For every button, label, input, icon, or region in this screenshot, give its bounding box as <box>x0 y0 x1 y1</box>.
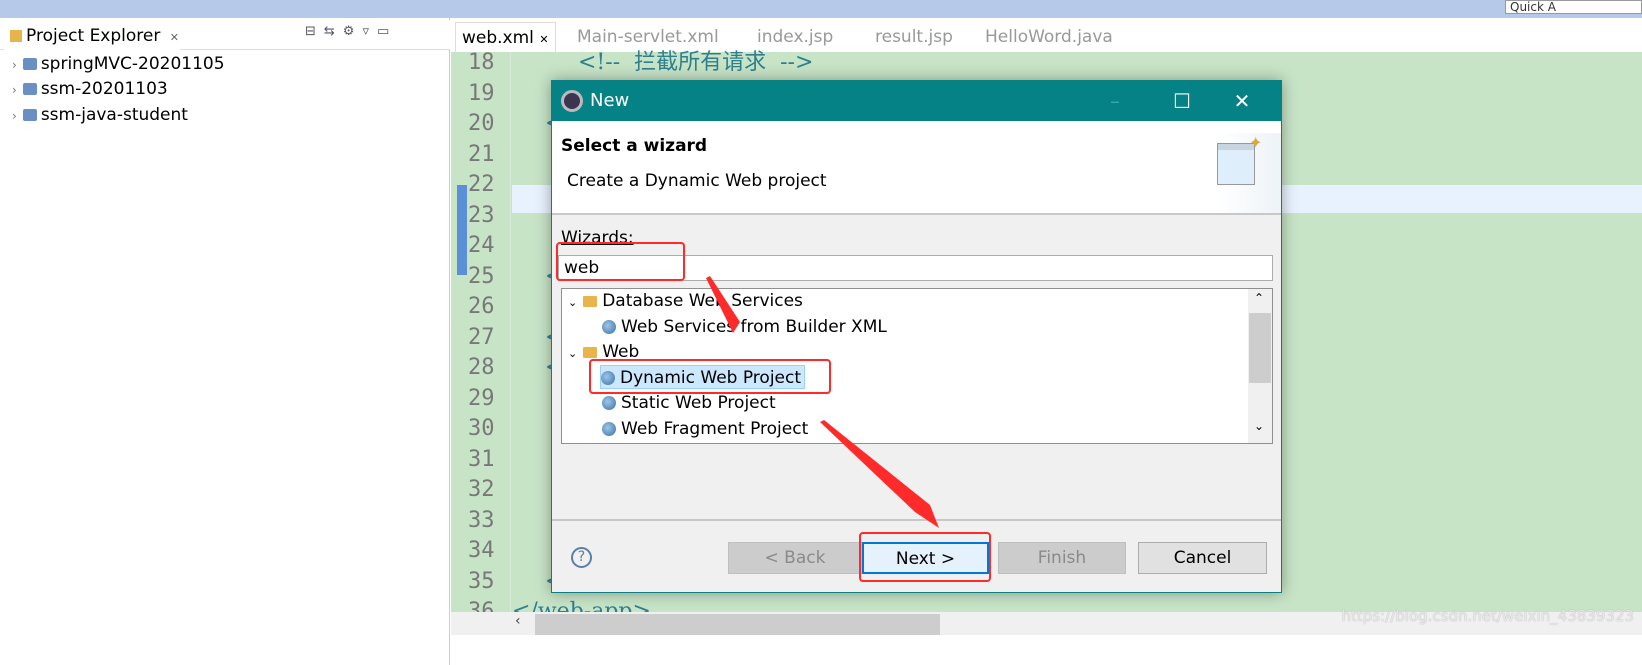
line-number: 24 <box>468 233 495 258</box>
tree-label: Dynamic Web Project <box>620 368 802 388</box>
wizard-header-title: Select a wizard <box>561 136 708 156</box>
line-number: 30 <box>468 416 495 441</box>
next-button[interactable]: Next > <box>862 542 989 574</box>
tab-helloword-java[interactable]: HelloWord.java <box>985 22 1113 52</box>
tree-item-web-fragment-project[interactable]: Web Fragment Project <box>602 417 808 441</box>
cancel-button[interactable]: Cancel <box>1138 542 1267 574</box>
chevron-right-icon[interactable]: › <box>12 58 17 72</box>
wizard-tree: ⌄ Database Web Services Web Services from… <box>561 288 1273 444</box>
view-toolbar-icons[interactable]: ⊟⇆⚙▿▭ <box>305 24 397 39</box>
project-item[interactable]: › ssm-java-student <box>12 103 188 127</box>
line-number: 32 <box>468 477 495 502</box>
project-icon <box>22 58 37 70</box>
wizard-header: Select a wizard Create a Dynamic Web pro… <box>552 121 1281 215</box>
line-number: 19 <box>468 80 495 106</box>
tree-item-static-web-project[interactable]: Static Web Project <box>602 391 776 415</box>
maximize-button[interactable]: ☐ <box>1159 81 1205 121</box>
line-number: 26 <box>468 294 495 319</box>
project-item[interactable]: › springMVC-20201105 <box>12 52 225 76</box>
close-icon[interactable]: ✕ <box>539 33 548 46</box>
dialog-title: New <box>590 90 630 111</box>
tree-label: Web <box>602 342 640 362</box>
scrollbar-thumb[interactable] <box>535 614 940 635</box>
change-ruler-marker <box>457 185 467 275</box>
chevron-left-icon[interactable]: ‹ <box>515 613 521 629</box>
tree-label: Database Web Services <box>602 291 803 311</box>
line-number: 28 <box>468 355 495 380</box>
quick-access-input[interactable]: Quick A <box>1505 0 1642 14</box>
line-number: 35 <box>468 568 495 594</box>
folder-icon <box>10 30 22 42</box>
project-label: ssm-20201103 <box>40 79 168 99</box>
eclipse-logo-icon <box>561 90 583 112</box>
line-number: 27 <box>468 324 495 350</box>
web-service-icon <box>602 320 616 334</box>
line-number: 18 <box>468 50 495 75</box>
tab-label: Project Explorer <box>26 26 161 46</box>
tree-label: Web Services from Builder XML <box>621 317 887 337</box>
web-fragment-icon <box>602 422 616 436</box>
folder-icon <box>583 347 598 358</box>
editor-tabbar: web.xml ✕ Main-servlet.xml index.jsp res… <box>451 18 1642 52</box>
tree-label: Static Web Project <box>621 393 776 413</box>
line-number: 33 <box>468 507 495 533</box>
project-item[interactable]: › ssm-20201103 <box>12 77 168 101</box>
scrollbar-thumb[interactable] <box>1249 313 1271 383</box>
wizard-header-description: Create a Dynamic Web project <box>567 171 827 191</box>
wizard-banner-icon: ✦ <box>1217 133 1281 213</box>
close-icon[interactable]: ✕ <box>170 31 179 44</box>
chevron-right-icon[interactable]: › <box>12 109 17 123</box>
folder-icon <box>583 296 598 307</box>
line-number: 29 <box>468 385 495 411</box>
back-button[interactable]: < Back <box>728 542 862 574</box>
code-line: <!-- 拦截所有请求 --> <box>578 50 814 75</box>
project-icon <box>22 109 37 121</box>
minimize-button[interactable]: – <box>1092 81 1138 121</box>
new-wizard-dialog: New – ☐ ✕ Select a wizard Create a Dynam… <box>551 80 1282 593</box>
chevron-down-icon[interactable]: ⌄ <box>1254 419 1264 433</box>
project-label: springMVC-20201105 <box>40 54 225 74</box>
chevron-down-icon[interactable]: ⌄ <box>568 296 577 309</box>
chevron-up-icon[interactable]: ⌃ <box>1254 291 1264 305</box>
tree-label: Web Fragment Project <box>621 419 809 439</box>
line-number: 23 <box>468 202 495 228</box>
line-number: 22 <box>468 172 495 197</box>
chevron-right-icon[interactable]: › <box>12 83 17 97</box>
tree-item-web-services-builder-xml[interactable]: Web Services from Builder XML <box>602 315 887 339</box>
help-icon[interactable]: ? <box>571 547 592 568</box>
project-label: ssm-java-student <box>40 105 188 125</box>
tab-label: web.xml <box>462 28 534 48</box>
line-number: 25 <box>468 263 495 289</box>
close-button[interactable]: ✕ <box>1219 81 1265 121</box>
tree-folder-database-web-services[interactable]: ⌄ Database Web Services <box>568 289 803 313</box>
watermark: https://blog.csdn.net/weixin_43839323 <box>1341 607 1634 625</box>
finish-button[interactable]: Finish <box>998 542 1126 574</box>
tree-folder-web[interactable]: ⌄ Web <box>568 340 639 364</box>
chevron-down-icon[interactable]: ⌄ <box>568 347 577 360</box>
line-number: 21 <box>468 141 495 167</box>
line-number: 34 <box>468 538 495 563</box>
line-number: 20 <box>468 111 495 136</box>
wizards-label: Wizards: <box>561 228 634 248</box>
static-web-project-icon <box>602 396 616 410</box>
tree-item-dynamic-web-project[interactable]: Dynamic Web Project <box>600 365 806 389</box>
tab-result-jsp[interactable]: result.jsp <box>875 22 953 52</box>
line-number: 31 <box>468 446 495 472</box>
project-icon <box>22 83 37 95</box>
main-toolbar <box>0 0 1642 18</box>
tab-project-explorer[interactable]: Project Explorer ✕ <box>4 22 180 50</box>
dynamic-web-project-icon <box>601 371 615 385</box>
wizard-filter-input[interactable] <box>558 255 1273 281</box>
button-bar-separator <box>552 519 1281 521</box>
